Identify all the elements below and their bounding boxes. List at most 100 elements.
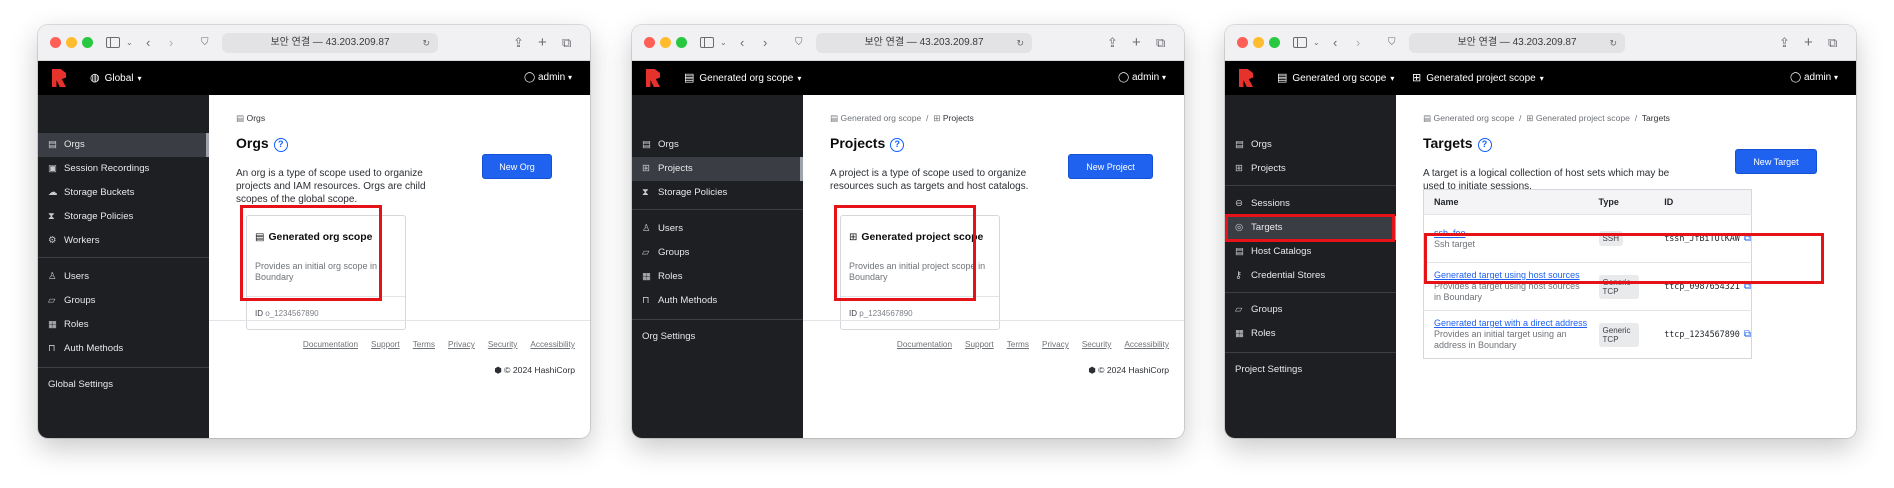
new-tab-icon[interactable]: + bbox=[538, 34, 547, 52]
column-header-id[interactable]: ID bbox=[1654, 189, 1752, 215]
sidebar-item-orgs[interactable]: ▤ Orgs bbox=[1225, 133, 1396, 157]
reload-icon[interactable]: ↻ bbox=[1609, 33, 1617, 53]
user-menu[interactable]: ◯ admin ▾ bbox=[1790, 61, 1838, 95]
project-scope-picker[interactable]: ⊞ Generated project scope ▾ bbox=[1412, 61, 1544, 95]
minimize-window-button[interactable] bbox=[1253, 37, 1264, 48]
sidebar-item-host-catalogs[interactable]: ▤ Host Catalogs bbox=[1225, 240, 1396, 264]
reload-icon[interactable]: ↻ bbox=[1016, 33, 1024, 53]
privacy-shield-icon[interactable]: ⛉ bbox=[201, 34, 209, 52]
minimize-window-button[interactable] bbox=[66, 37, 77, 48]
sidebar-toggle-icon[interactable] bbox=[106, 37, 120, 48]
sidebar-item-session-recordings[interactable]: ▣ Session Recordings bbox=[38, 157, 209, 181]
table-row[interactable]: Generated target with a direct address Pr… bbox=[1423, 310, 1752, 359]
new-target-button[interactable]: New Target bbox=[1735, 149, 1817, 174]
chevron-down-icon[interactable]: ⌄ bbox=[126, 34, 133, 52]
user-menu[interactable]: ◯ admin ▾ bbox=[524, 61, 572, 95]
sidebar-item-storage-policies[interactable]: ⧗ Storage Policies bbox=[38, 205, 209, 229]
reload-icon[interactable]: ↻ bbox=[422, 33, 430, 53]
sidebar-item-groups[interactable]: ▱ Groups bbox=[38, 289, 209, 313]
close-window-button[interactable] bbox=[1237, 37, 1248, 48]
breadcrumb-link[interactable]: Generated org scope bbox=[1434, 113, 1515, 123]
sidebar-toggle-icon[interactable] bbox=[700, 37, 714, 48]
sidebar-item-roles[interactable]: ▦ Roles bbox=[632, 265, 803, 289]
footer-link-security[interactable]: Security bbox=[488, 340, 518, 349]
column-header-name[interactable]: Name bbox=[1423, 189, 1589, 215]
copy-icon[interactable]: ⧉ bbox=[1744, 329, 1751, 340]
sidebar-item-auth-methods[interactable]: ⊓ Auth Methods bbox=[38, 337, 209, 361]
sidebar-item-orgs[interactable]: ▤ Orgs bbox=[632, 133, 803, 157]
footer-link-privacy[interactable]: Privacy bbox=[448, 340, 475, 349]
address-bar[interactable]: 보안 연결 — 43.203.209.87 ↻ bbox=[222, 33, 438, 53]
footer-link-terms[interactable]: Terms bbox=[413, 340, 435, 349]
column-header-type[interactable]: Type bbox=[1588, 189, 1655, 215]
sidebar-item-project-settings[interactable]: Project Settings bbox=[1225, 358, 1396, 382]
breadcrumb-link[interactable]: Generated project scope bbox=[1536, 113, 1630, 123]
sidebar-item-credential-stores[interactable]: ⚷ Credential Stores bbox=[1225, 264, 1396, 288]
share-icon[interactable]: ⇪ bbox=[1107, 34, 1118, 52]
breadcrumb-link[interactable]: Generated org scope bbox=[841, 113, 922, 123]
minimize-window-button[interactable] bbox=[660, 37, 671, 48]
zoom-window-button[interactable] bbox=[676, 37, 687, 48]
sidebar-item-projects[interactable]: ⊞ Projects bbox=[632, 157, 803, 181]
boundary-logo[interactable] bbox=[646, 69, 660, 87]
footer-link-support[interactable]: Support bbox=[371, 340, 400, 349]
sidebar-item-groups[interactable]: ▱ Groups bbox=[632, 241, 803, 265]
share-icon[interactable]: ⇪ bbox=[513, 34, 524, 52]
sidebar-item-roles[interactable]: ▦ Roles bbox=[1225, 322, 1396, 346]
tabs-overview-icon[interactable]: ⧉ bbox=[1156, 34, 1165, 52]
sidebar-item-org-settings[interactable]: Org Settings bbox=[632, 325, 803, 349]
footer-link-documentation[interactable]: Documentation bbox=[303, 340, 358, 349]
share-icon[interactable]: ⇪ bbox=[1779, 34, 1790, 52]
close-window-button[interactable] bbox=[50, 37, 61, 48]
footer-link-privacy[interactable]: Privacy bbox=[1042, 340, 1069, 349]
sidebar-item-auth-methods[interactable]: ⊓ Auth Methods bbox=[632, 289, 803, 313]
sidebar-item-global-settings[interactable]: Global Settings bbox=[38, 373, 209, 397]
target-name-link[interactable]: Generated target with a direct address bbox=[1434, 318, 1589, 329]
sidebar-item-orgs[interactable]: ▤ Orgs bbox=[38, 133, 209, 157]
help-icon[interactable]: ? bbox=[1477, 138, 1492, 152]
footer-link-security[interactable]: Security bbox=[1082, 340, 1112, 349]
forward-icon[interactable]: › bbox=[763, 34, 767, 52]
zoom-window-button[interactable] bbox=[1269, 37, 1280, 48]
footer-link-support[interactable]: Support bbox=[965, 340, 994, 349]
back-icon[interactable]: ‹ bbox=[740, 34, 744, 52]
close-window-button[interactable] bbox=[644, 37, 655, 48]
user-menu[interactable]: ◯ admin ▾ bbox=[1118, 61, 1166, 95]
new-tab-icon[interactable]: + bbox=[1804, 34, 1813, 52]
address-bar[interactable]: 보안 연결 — 43.203.209.87 ↻ bbox=[1409, 33, 1625, 53]
new-org-button[interactable]: New Org bbox=[482, 154, 552, 179]
zoom-window-button[interactable] bbox=[82, 37, 93, 48]
scope-picker[interactable]: ◍ Global ▾ bbox=[90, 61, 142, 95]
chevron-down-icon[interactable]: ⌄ bbox=[720, 34, 727, 52]
sidebar-item-users[interactable]: ♙ Users bbox=[632, 217, 803, 241]
help-icon[interactable]: ? bbox=[273, 138, 288, 152]
footer-link-terms[interactable]: Terms bbox=[1007, 340, 1029, 349]
footer-link-accessibility[interactable]: Accessibility bbox=[1124, 340, 1169, 349]
sidebar-toggle-icon[interactable] bbox=[1293, 37, 1307, 48]
boundary-logo[interactable] bbox=[52, 69, 66, 87]
sidebar-item-roles[interactable]: ▦ Roles bbox=[38, 313, 209, 337]
privacy-shield-icon[interactable]: ⛉ bbox=[1388, 34, 1396, 52]
sidebar-item-storage-policies[interactable]: ⧗ Storage Policies bbox=[632, 181, 803, 205]
sidebar-item-sessions[interactable]: ⊖ Sessions bbox=[1225, 192, 1396, 216]
help-icon[interactable]: ? bbox=[890, 138, 905, 152]
sidebar-item-workers[interactable]: ⚙ Workers bbox=[38, 229, 209, 253]
boundary-logo[interactable] bbox=[1239, 69, 1253, 87]
footer-link-documentation[interactable]: Documentation bbox=[897, 340, 952, 349]
footer-link-accessibility[interactable]: Accessibility bbox=[530, 340, 575, 349]
tabs-overview-icon[interactable]: ⧉ bbox=[562, 34, 571, 52]
org-scope-picker[interactable]: ▤ Generated org scope ▾ bbox=[1277, 61, 1394, 95]
sidebar-item-groups[interactable]: ▱ Groups bbox=[1225, 298, 1396, 322]
sidebar-item-users[interactable]: ♙ Users bbox=[38, 265, 209, 289]
chevron-down-icon[interactable]: ⌄ bbox=[1313, 34, 1320, 52]
scope-picker[interactable]: ▤ Generated org scope ▾ bbox=[684, 61, 801, 95]
sidebar-item-projects[interactable]: ⊞ Projects bbox=[1225, 157, 1396, 181]
tabs-overview-icon[interactable]: ⧉ bbox=[1828, 34, 1837, 52]
forward-icon[interactable]: › bbox=[1356, 34, 1360, 52]
privacy-shield-icon[interactable]: ⛉ bbox=[795, 34, 803, 52]
back-icon[interactable]: ‹ bbox=[146, 34, 150, 52]
address-bar[interactable]: 보안 연결 — 43.203.209.87 ↻ bbox=[816, 33, 1032, 53]
new-project-button[interactable]: New Project bbox=[1068, 154, 1153, 179]
back-icon[interactable]: ‹ bbox=[1333, 34, 1337, 52]
new-tab-icon[interactable]: + bbox=[1132, 34, 1141, 52]
